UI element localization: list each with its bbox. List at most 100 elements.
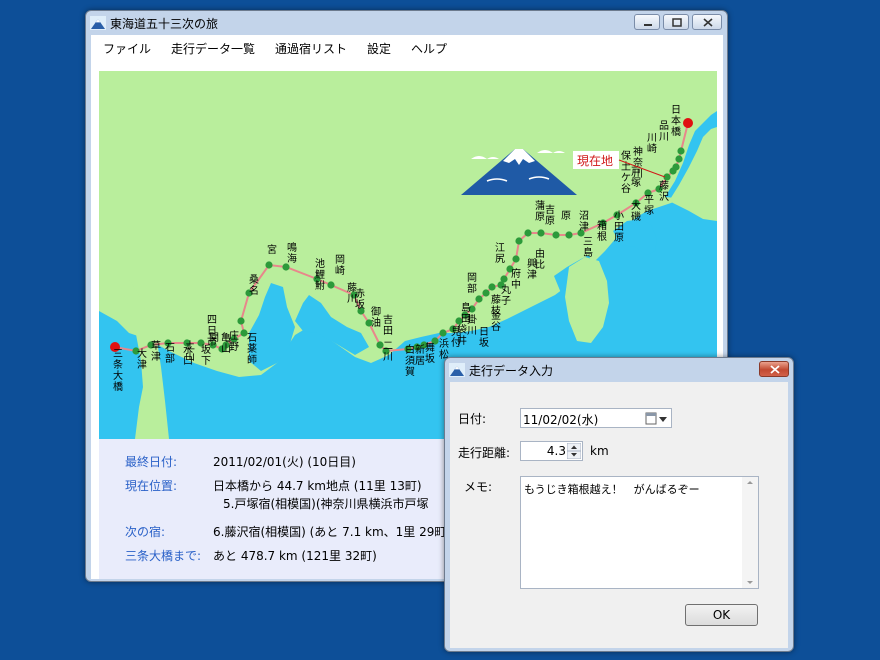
close-icon [770, 365, 780, 374]
memo-textarea[interactable]: もうじき箱根越え！ がんばるぞー [520, 476, 759, 589]
close-icon [703, 18, 713, 27]
date-value: 11/02/02(水) [523, 413, 599, 427]
position-label: 現在位置: [125, 479, 178, 493]
mount-fuji-dialog-icon [449, 363, 465, 377]
station-label: 原 [561, 210, 571, 222]
maximize-icon [672, 18, 682, 27]
station-label: 鳴海 [287, 241, 297, 265]
menu-driving-data-list[interactable]: 走行データ一覧 [171, 40, 255, 57]
station-dot [565, 231, 573, 239]
last-date-label: 最終日付: [125, 455, 178, 469]
dialog-title: 走行データ入力 [469, 364, 554, 378]
last-date-value: 2011/02/01(火) (10日目) [213, 455, 356, 469]
station-dot [669, 167, 677, 175]
distance-stepper[interactable]: 4.3 [520, 441, 583, 461]
station-dot [475, 295, 483, 303]
station-label: 金谷 [491, 309, 501, 333]
station-label: 日本橋 [671, 105, 681, 138]
station-label: 三島 [583, 237, 593, 259]
station-label: 二川 [383, 341, 393, 363]
station-label: 関 [209, 332, 219, 344]
station-dot [265, 261, 273, 269]
ok-button[interactable]: OK [685, 604, 758, 626]
memo-label: メモ: [464, 480, 493, 494]
driving-data-dialog: 走行データ入力 日付: 11/02/02(水) 走行距離: 4.3 km メモ:… [444, 357, 794, 652]
station-label: 見付 [451, 326, 461, 349]
station-label: 沼津 [579, 209, 589, 233]
station-label: 新居 [415, 343, 425, 367]
station-label: 吉田 [383, 314, 393, 337]
station-label: 亀山 [221, 331, 231, 355]
maximize-button[interactable] [663, 14, 689, 30]
station-dot [552, 231, 560, 239]
calendar-dropdown-icon[interactable] [645, 412, 669, 426]
station-label: 興津 [527, 258, 537, 281]
station-label: 水口 [183, 344, 193, 367]
dialog-close-button[interactable] [759, 361, 789, 377]
station-label: 石部 [165, 343, 175, 365]
next-station-value: 6.藤沢宿(相模国) (あと 7.1 km、1里 29町) [213, 525, 452, 539]
station-label: 江尻 [495, 242, 505, 265]
distance-label: 走行距離: [458, 446, 511, 460]
station-dot [482, 289, 490, 297]
next-station-label: 次の宿: [125, 525, 166, 539]
station-dot [237, 317, 245, 325]
distance-unit: km [590, 444, 609, 458]
remaining-value: あと 478.7 km (121里 32町) [213, 549, 377, 563]
position-line1: 日本橋から 44.7 km地点 (11里 13町) [213, 479, 422, 493]
station-label: 丸子 [501, 283, 511, 307]
station-dot [524, 229, 532, 237]
station-dot [515, 237, 523, 245]
station-label: 大津 [137, 347, 147, 371]
station-label: 戸塚 [631, 166, 641, 189]
memo-value: もうじき箱根越え！ がんばるぞー [524, 483, 700, 496]
remaining-label: 三条大橋まで: [125, 549, 202, 563]
station-label: 品川 [659, 120, 669, 143]
minimize-button[interactable] [634, 14, 660, 30]
station-label: 池鯉鮒 [315, 257, 325, 292]
memo-scrollbar[interactable] [742, 477, 758, 588]
menu-settings[interactable]: 設定 [367, 40, 391, 57]
station-label: 日坂 [479, 327, 489, 349]
dialog-titlebar[interactable]: 走行データ入力 [445, 358, 793, 382]
station-label: 蒲原 [535, 199, 545, 223]
date-picker[interactable]: 11/02/02(水) [520, 408, 672, 428]
station-label: 小田原 [614, 210, 624, 244]
position-line2: 5.戸塚宿(相模国)(神奈川県横浜市戸塚 [223, 497, 429, 511]
station-label: 白須賀 [405, 343, 415, 378]
station-dot [512, 255, 520, 263]
menu-help[interactable]: ヘルプ [411, 40, 447, 57]
menu-bar: ファイル 走行データ一覧 通過宿リスト 設定 ヘルプ [91, 35, 723, 59]
station-dot [327, 281, 335, 289]
station-label: 平塚 [644, 195, 654, 217]
close-button[interactable] [692, 14, 722, 30]
station-label: 吉原 [545, 204, 555, 227]
station-label: 舞坂 [425, 342, 435, 365]
station-label: 府中 [511, 267, 521, 291]
distance-value: 4.3 [546, 444, 566, 458]
main-titlebar[interactable]: 東海道五十三次の旅 [86, 11, 727, 35]
station-label: 川崎 [647, 133, 657, 155]
dialog-client-area: 日付: 11/02/02(水) 走行距離: 4.3 km メモ: もうじき箱根越… [450, 382, 788, 648]
station-label: 坂下 [201, 344, 211, 367]
station-dot [439, 329, 447, 337]
minimize-icon [644, 24, 652, 26]
station-label: 箱根 [597, 219, 607, 243]
station-label: 藤沢 [659, 180, 669, 203]
station-dot [537, 229, 545, 237]
date-label: 日付: [458, 412, 487, 426]
station-label: 御油 [371, 305, 381, 329]
station-label: 草津 [151, 340, 161, 363]
station-dot [488, 283, 496, 291]
menu-passed-station-list[interactable]: 通過宿リスト [275, 40, 347, 57]
station-label: 三条大橋 [113, 349, 123, 393]
current-location-label: 現在地 [577, 154, 613, 168]
main-title: 東海道五十三次の旅 [110, 17, 219, 31]
station-label: 保土ケ谷 [621, 149, 631, 195]
stepper-arrows-icon[interactable] [567, 443, 581, 459]
station-label: 藤川 [347, 282, 357, 305]
menu-file[interactable]: ファイル [103, 40, 151, 57]
station-label: 大磯 [631, 199, 641, 223]
endpoint-marker [683, 118, 693, 128]
station-label: 岡部 [467, 272, 477, 295]
